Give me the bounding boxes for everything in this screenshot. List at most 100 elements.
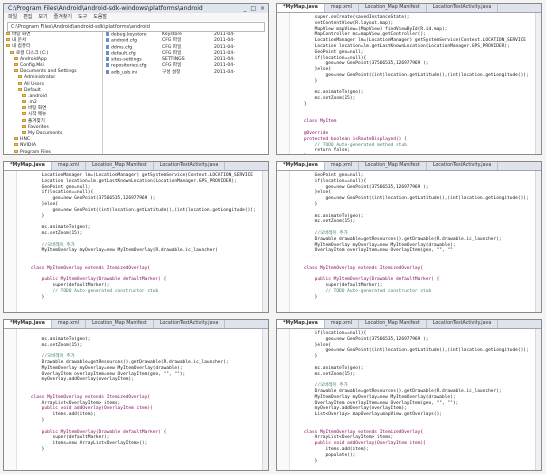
file-date: 2011-04- bbox=[214, 69, 235, 75]
folder-icon bbox=[14, 143, 18, 147]
editor-tab[interactable]: *MyMap.java bbox=[4, 320, 52, 328]
editor-tab[interactable]: LocationTestActivity.java bbox=[427, 4, 499, 12]
folder-icon bbox=[6, 32, 10, 35]
editor-gutter bbox=[4, 171, 17, 312]
editor-tabs: *MyMap.java map.xml Location_Map Manifest L… bbox=[4, 320, 268, 329]
tree-item-label: AndroidApp bbox=[20, 56, 47, 62]
menu-item[interactable]: 도움말 bbox=[93, 14, 107, 20]
folder-tree: 바탕 화면 내 문서 내 컴퓨터 로컬 디스크 (C:) AndroidApp Confi… bbox=[4, 32, 103, 154]
editor-tab[interactable]: Location_Map Manifest bbox=[359, 320, 427, 328]
folder-icon bbox=[6, 38, 10, 42]
folder-icon bbox=[14, 137, 18, 141]
editor-panel-2: *MyMap.java map.xml Location_Map Manifest L… bbox=[3, 161, 269, 313]
editor-tab[interactable]: Location_Map Manifest bbox=[359, 162, 427, 170]
code-line: Location location=lm.getLastKnownLocatio… bbox=[20, 178, 237, 184]
folder-icon bbox=[22, 100, 26, 104]
vertical-scrollbar[interactable] bbox=[535, 329, 541, 470]
tree-item-label: .android bbox=[28, 93, 47, 99]
tree-item-label: Program Files bbox=[20, 149, 51, 154]
menu-item[interactable]: 파일 bbox=[8, 14, 17, 20]
editor-tab[interactable]: map.xml bbox=[325, 4, 359, 12]
folder-icon bbox=[22, 124, 26, 128]
file-list: debug.keystore Keystore 2011-04- android.cf… bbox=[104, 32, 268, 154]
tree-item-label: 바탕 화면 bbox=[28, 106, 47, 112]
file-icon bbox=[106, 69, 109, 74]
code-line: } bbox=[20, 294, 45, 300]
editor-tab[interactable]: LocationTestActivity.java bbox=[154, 320, 226, 328]
file-icon bbox=[106, 32, 109, 36]
tree-item-label: Config.Msi bbox=[20, 62, 44, 68]
editor-tab[interactable]: *MyMap.java bbox=[277, 4, 325, 12]
tree-item-label: .m2 bbox=[28, 100, 37, 106]
file-name: debug.keystore bbox=[111, 32, 147, 38]
vertical-scrollbar[interactable] bbox=[535, 171, 541, 312]
code-line: geo=new GeoPoint((int)location.getLatitu… bbox=[293, 348, 529, 354]
file-name: sites-settings bbox=[111, 57, 142, 63]
folder-icon bbox=[18, 75, 22, 79]
editor-tab[interactable]: Location_Map Manifest bbox=[86, 162, 154, 170]
editor-tab[interactable]: *MyMap.java bbox=[277, 320, 325, 328]
tree-item-label: Documents and Settings bbox=[20, 69, 77, 75]
tree-item-label: HNC bbox=[20, 137, 31, 143]
code-line: } bbox=[293, 458, 318, 464]
code-area[interactable]: GeoPoint geo=null; if(location==null){ g… bbox=[277, 171, 541, 301]
menu-item[interactable]: 도구 bbox=[78, 14, 87, 20]
code-area[interactable]: LocationManager lm=(LocationManager) get… bbox=[4, 171, 268, 301]
file-type: 구성 설정 bbox=[162, 69, 181, 75]
code-line: } bbox=[293, 294, 318, 300]
vertical-scrollbar[interactable] bbox=[262, 171, 268, 312]
editor-tab[interactable]: LocationTestActivity.java bbox=[427, 320, 499, 328]
code-area[interactable]: if(location==null){ geo=new GeoPoint(375… bbox=[277, 329, 541, 464]
code-line: } bbox=[293, 154, 541, 155]
editor-tab[interactable]: map.xml bbox=[52, 162, 86, 170]
code-area[interactable]: super.onCreate(savedInstanceState); setC… bbox=[277, 13, 541, 155]
editor-tab[interactable]: Location_Map Manifest bbox=[86, 320, 154, 328]
folder-icon bbox=[14, 62, 18, 66]
code-line: geo=new GeoPoint((int)location.getLatitu… bbox=[293, 196, 529, 202]
vertical-scrollbar[interactable] bbox=[262, 329, 268, 470]
menu-item[interactable]: 보기 bbox=[38, 14, 47, 20]
menu-item[interactable]: 편집 bbox=[23, 14, 32, 20]
file-icon bbox=[106, 44, 109, 49]
file-icon bbox=[106, 50, 109, 55]
editor-tab[interactable]: map.xml bbox=[325, 320, 359, 328]
editor-tab[interactable]: *MyMap.java bbox=[277, 162, 325, 170]
tree-item-label: All Users bbox=[24, 81, 45, 87]
address-bar[interactable]: C:\Program Files\Android\android-sdk\pla… bbox=[7, 22, 265, 32]
folder-icon bbox=[22, 106, 26, 110]
folder-icon bbox=[14, 69, 18, 73]
tree-item-label: 내 컴퓨터 bbox=[12, 44, 31, 50]
editor-tab[interactable]: LocationTestActivity.java bbox=[427, 162, 499, 170]
tree-item-label: NVIDIA bbox=[20, 143, 36, 149]
editor-tab[interactable]: map.xml bbox=[52, 320, 86, 328]
explorer-title-bar: C:\Program Files\Android\android-sdk-win… bbox=[4, 4, 268, 13]
file-icon bbox=[106, 57, 109, 62]
file-name: repositories.cfg bbox=[111, 63, 147, 69]
code-line: LocationManager lm=(LocationManager) get… bbox=[20, 173, 253, 178]
tree-item-label: 즐겨찾기 bbox=[28, 118, 45, 124]
file-explorer-window: C:\Program Files\Android\android-sdk-win… bbox=[3, 3, 269, 155]
window-buttons[interactable]: _ □ × bbox=[243, 5, 266, 12]
explorer-menu-bar: 파일 편집 보기 즐겨찾기 도구 도움말 bbox=[4, 13, 268, 21]
editor-gutter bbox=[277, 329, 290, 470]
folder-icon bbox=[18, 81, 22, 85]
file-icon bbox=[106, 38, 109, 43]
tree-item[interactable]: Program Files bbox=[4, 149, 102, 154]
editor-gutter bbox=[277, 13, 290, 154]
folder-icon bbox=[22, 93, 26, 97]
folder-icon bbox=[14, 56, 18, 60]
editor-tab[interactable]: *MyMap.java bbox=[4, 162, 52, 170]
editor-tab[interactable]: map.xml bbox=[325, 162, 359, 170]
tree-item-label: 바탕 화면 bbox=[12, 32, 31, 37]
tree-item-label: 내 문서 bbox=[12, 38, 27, 44]
menu-item[interactable]: 즐겨찾기 bbox=[54, 14, 72, 20]
file-name: ddms.cfg bbox=[111, 45, 133, 51]
tree-item-label: Favorites bbox=[28, 124, 49, 130]
editor-tab[interactable]: Location_Map Manifest bbox=[359, 4, 427, 12]
code-area[interactable]: mc.animateTo(geo); mc.setZoom(15); //오버레… bbox=[4, 329, 268, 453]
file-row[interactable]: adb_usb.ini 구성 설정 2011-04- bbox=[104, 69, 268, 76]
vertical-scrollbar[interactable] bbox=[535, 13, 541, 154]
file-name: adb_usb.ini bbox=[111, 70, 138, 76]
editor-tab[interactable]: LocationTestActivity.java bbox=[154, 162, 226, 170]
code-line: geo=new GeoPoint((int)location.getLatitu… bbox=[293, 72, 529, 78]
